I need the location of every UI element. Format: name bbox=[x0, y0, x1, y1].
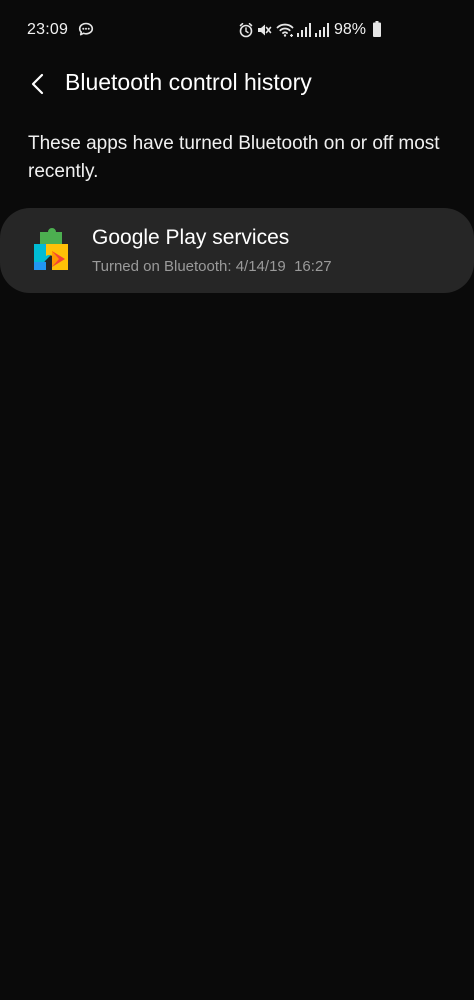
mute-icon bbox=[258, 24, 272, 36]
wifi-icon bbox=[276, 23, 294, 37]
chat-bubble-icon bbox=[78, 22, 94, 36]
app-bar: Bluetooth control history bbox=[0, 62, 474, 106]
google-play-services-icon bbox=[34, 228, 68, 270]
status-bar: 23:09 98% bbox=[0, 0, 474, 62]
list-item[interactable] bbox=[0, 208, 474, 293]
app-detail: Turned on Bluetooth: 4/14/19 16:27 bbox=[92, 258, 332, 275]
page-title: Bluetooth control history bbox=[65, 69, 312, 95]
signal-icon bbox=[297, 23, 311, 37]
signal-icon-2 bbox=[315, 23, 329, 37]
description-text: These apps have turned Bluetooth on or o… bbox=[28, 133, 440, 182]
battery-icon bbox=[373, 21, 381, 37]
alarm-icon bbox=[239, 22, 253, 38]
status-time: 23:09 bbox=[27, 21, 69, 38]
back-button[interactable] bbox=[24, 70, 52, 98]
battery-percent: 98% bbox=[334, 21, 367, 38]
app-name: Google Play services bbox=[92, 226, 290, 249]
back-arrow-icon bbox=[31, 73, 44, 95]
